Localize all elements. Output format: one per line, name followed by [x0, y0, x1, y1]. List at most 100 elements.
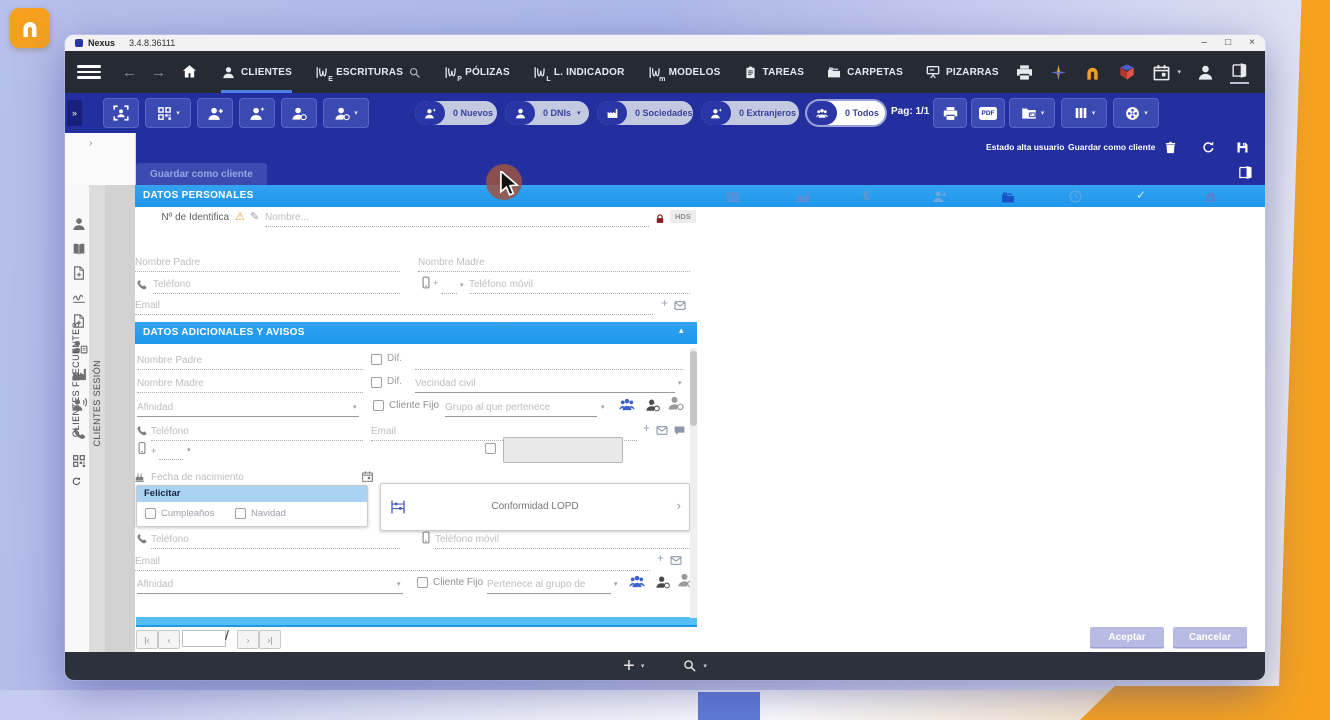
guardar-como-cliente-tab[interactable]: Guardar como cliente: [136, 163, 267, 185]
vecindad-caret[interactable]: ▾: [678, 379, 682, 387]
header-history-icon[interactable]: [1068, 188, 1083, 206]
calendar-caret[interactable]: ▾: [1177, 68, 1181, 76]
pertenece-select[interactable]: [487, 577, 611, 594]
rail-phone-icon[interactable]: [71, 424, 87, 442]
filter-pill-nuevos[interactable]: 0 Nuevos: [415, 101, 497, 125]
header-clip-icon[interactable]: [1203, 188, 1218, 206]
lopd-chevron[interactable]: ›: [677, 498, 681, 513]
mail-icon[interactable]: [655, 422, 669, 440]
nav-tab-tareas[interactable]: TAREAS: [743, 51, 805, 93]
search-icon[interactable]: [682, 657, 697, 675]
header-folder-icon[interactable]: [1000, 188, 1016, 206]
group-icon[interactable]: [627, 572, 647, 590]
person-settings-alt-icon[interactable]: [667, 394, 685, 412]
save-icon[interactable]: [1235, 139, 1250, 157]
header-euro-icon[interactable]: €: [863, 188, 870, 203]
aceptar-button[interactable]: Aceptar: [1090, 627, 1164, 647]
expand-panel-chevron[interactable]: ›: [89, 138, 92, 149]
grupo-select[interactable]: [445, 400, 597, 417]
filter-pill-todos[interactable]: 0 Todos: [807, 101, 885, 125]
email2-input[interactable]: [135, 554, 650, 571]
collapsed-section-bar[interactable]: [136, 617, 697, 627]
movil2-input[interactable]: [435, 532, 690, 549]
group-icon[interactable]: [617, 395, 637, 413]
prefix-caret[interactable]: ▾: [460, 281, 464, 289]
nav-tab-pizarras[interactable]: PIZARRAS: [925, 51, 999, 93]
aviso-input[interactable]: [503, 437, 623, 463]
header-building-icon[interactable]: [795, 188, 811, 206]
prefix-adic-input[interactable]: [159, 443, 183, 460]
section-datos-adicionales[interactable]: DATOS ADICIONALES Y AVISOS: [135, 322, 697, 344]
menu-hamburger-icon[interactable]: [77, 65, 101, 79]
add-client-button[interactable]: [197, 98, 233, 128]
qr-read-button[interactable]: ▾: [145, 98, 191, 128]
estado-alta-link[interactable]: Estado alta usuario: [986, 142, 1064, 152]
client-info-button[interactable]: [281, 98, 317, 128]
user-icon[interactable]: [1196, 63, 1215, 82]
rail-qr-icon[interactable]: [71, 452, 87, 470]
mail-icon[interactable]: [673, 297, 687, 315]
columns-button[interactable]: ▾: [1061, 98, 1107, 128]
nav-tab-modelos[interactable]: m MODELOS: [647, 51, 721, 93]
nexus-arch-icon[interactable]: [1083, 63, 1102, 82]
collapse-section-chevron[interactable]: ▴: [679, 325, 684, 336]
grupo-caret[interactable]: ▾: [601, 403, 605, 411]
nombre-input[interactable]: [265, 210, 649, 227]
exit-door-icon[interactable]: [1237, 164, 1254, 182]
header-check-icon[interactable]: ✓: [1136, 188, 1146, 202]
filter-pill-sociedades[interactable]: 0 Sociedades: [597, 101, 693, 125]
maximize-button[interactable]: □: [1225, 38, 1231, 48]
nav-tab-carpetas[interactable]: CARPETAS: [826, 51, 903, 93]
minimize-button[interactable]: –: [1202, 38, 1208, 48]
add-email-icon[interactable]: +: [657, 551, 664, 565]
forward-button[interactable]: →: [151, 64, 166, 81]
afinidad-caret[interactable]: ▾: [353, 403, 357, 411]
edit-pencil-icon[interactable]: ✎: [250, 210, 259, 223]
afinidad-select[interactable]: [137, 400, 359, 417]
nav-tab-indicador[interactable]: L L. INDICADOR: [532, 51, 625, 93]
rail-person-voice-icon[interactable]: [71, 396, 88, 414]
pertenece-caret[interactable]: ▾: [614, 580, 618, 588]
navidad-checkbox[interactable]: [235, 508, 246, 519]
client-options-button[interactable]: ▾: [323, 98, 369, 128]
padre-dif-input[interactable]: [415, 353, 683, 370]
prefix-input[interactable]: [441, 277, 457, 294]
print-icon[interactable]: [1015, 63, 1034, 82]
page-prev-button[interactable]: ‹: [158, 630, 180, 649]
email-input[interactable]: [135, 298, 653, 315]
section-datos-personales[interactable]: DATOS PERSONALES: [135, 185, 1265, 207]
cube-icon[interactable]: [1117, 62, 1137, 82]
dif-madre-checkbox[interactable]: [371, 377, 382, 388]
nombre-padre-input[interactable]: [135, 255, 400, 272]
page-next-button[interactable]: ›: [237, 630, 259, 649]
afinidad2-select[interactable]: [137, 577, 403, 594]
dif-padre-checkbox[interactable]: [371, 354, 382, 365]
filter-pill-dnis[interactable]: 0 DNIs ▾: [505, 101, 589, 125]
search-icon[interactable]: [408, 66, 421, 79]
vecindad-civil-select[interactable]: [415, 376, 675, 393]
add-caret[interactable]: ▾: [641, 662, 645, 670]
rail-person-icon[interactable]: [71, 215, 87, 233]
rail-addressbook-icon[interactable]: [71, 240, 87, 258]
collapse-left-button[interactable]: »: [67, 100, 82, 126]
rail-doc-add-icon[interactable]: [71, 264, 87, 282]
calendar-icon[interactable]: [1152, 63, 1171, 82]
nav-tab-polizas[interactable]: P PÓLIZAS: [443, 51, 510, 93]
export-pdf-button[interactable]: PDF: [971, 98, 1005, 128]
cliente-fijo2-checkbox[interactable]: [417, 577, 428, 588]
page-last-button[interactable]: ›|: [259, 630, 281, 649]
cliente-fijo-checkbox[interactable]: [373, 400, 384, 411]
rail-person-doc-icon[interactable]: [71, 338, 88, 356]
add-email-icon[interactable]: +: [661, 296, 668, 310]
person-settings-icon[interactable]: [655, 573, 671, 591]
refresh-icon[interactable]: [1201, 139, 1216, 157]
header-idcard-icon[interactable]: [725, 188, 741, 206]
nombre-madre-input[interactable]: [418, 255, 690, 272]
filter-pill-extranjeros[interactable]: 0 Extranjeros: [701, 101, 799, 125]
form-scrollbar-thumb[interactable]: [690, 351, 697, 426]
mail-icon[interactable]: [669, 552, 683, 570]
search-caret[interactable]: ▾: [703, 662, 707, 670]
exit-door-icon[interactable]: [1230, 61, 1249, 84]
padre-adic-input[interactable]: [137, 353, 363, 370]
cumpleanos-checkbox[interactable]: [145, 508, 156, 519]
